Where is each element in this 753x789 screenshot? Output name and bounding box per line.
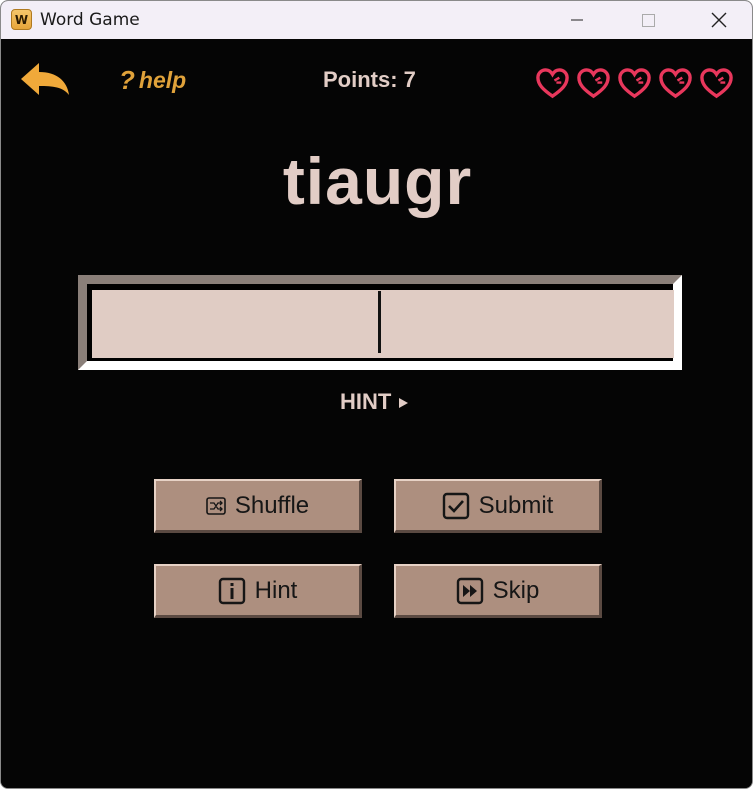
back-button[interactable] — [19, 59, 71, 99]
title-bar[interactable]: W Word Game — [1, 1, 752, 39]
help-link[interactable]: ? help — [119, 65, 186, 96]
heart-icon — [618, 68, 651, 99]
close-button[interactable] — [696, 1, 742, 39]
checkbox-icon — [442, 492, 470, 520]
minimize-icon — [571, 19, 583, 21]
points-value: 7 — [403, 67, 416, 92]
help-label: help — [138, 67, 187, 93]
app-icon: W — [11, 9, 32, 30]
info-icon — [218, 577, 246, 605]
triangle-right-icon — [399, 398, 409, 408]
answer-input[interactable] — [92, 290, 674, 358]
app-window: W Word Game ? help Points: 7 tiaugr HINT… — [0, 0, 753, 789]
heart-icon — [700, 68, 733, 99]
hint-toggle-label: HINT — [340, 389, 392, 414]
submit-button[interactable]: Submit — [394, 479, 602, 533]
maximize-icon — [641, 13, 655, 27]
window-title: Word Game — [40, 10, 140, 30]
help-icon: ? — [119, 65, 135, 95]
lives-display — [535, 66, 734, 101]
hint-label: Hint — [254, 576, 298, 604]
heart-icon — [659, 68, 692, 99]
text-caret — [378, 291, 381, 353]
skip-label: Skip — [492, 576, 540, 604]
shuffle-button[interactable]: Shuffle — [154, 479, 362, 533]
answer-field-frame — [78, 275, 682, 370]
heart-icon — [536, 68, 569, 99]
game-area: ? help Points: 7 tiaugr HINT Shuffle Sub… — [1, 39, 752, 788]
skip-button[interactable]: Skip — [394, 564, 602, 618]
points-display: Points: 7 — [323, 67, 416, 93]
shuffle-icon — [206, 496, 226, 515]
scrambled-word: tiaugr — [282, 144, 473, 218]
submit-label: Submit — [478, 491, 554, 519]
back-arrow-icon — [21, 63, 69, 95]
maximize-button[interactable] — [625, 1, 671, 39]
close-icon — [711, 12, 727, 28]
shuffle-label: Shuffle — [234, 491, 310, 519]
points-label: Points: — [323, 67, 404, 92]
minimize-button[interactable] — [554, 1, 600, 39]
fast-forward-icon — [456, 577, 484, 605]
hint-toggle[interactable]: HINT — [340, 389, 409, 415]
hint-button[interactable]: Hint — [154, 564, 362, 618]
heart-icon — [577, 68, 610, 99]
